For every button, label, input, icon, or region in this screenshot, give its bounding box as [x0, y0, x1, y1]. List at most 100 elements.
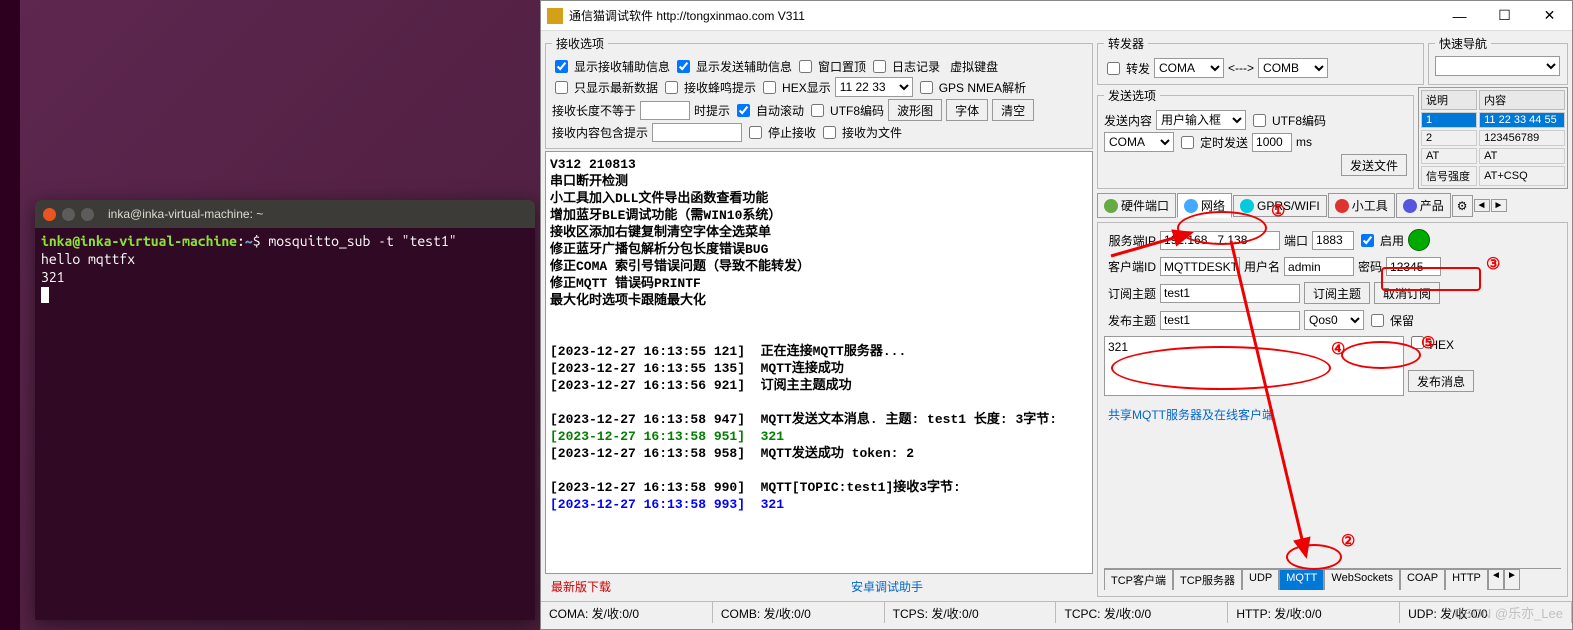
- terminal-window: inka@inka-virtual-machine: ~ inka@inka-v…: [35, 200, 535, 620]
- tab-settings[interactable]: ⚙: [1452, 195, 1473, 217]
- send-options-group: 发送选项 发送内容 用户输入框 UTF8编码 COMA 定时发送 ms 发送文件: [1097, 87, 1414, 189]
- publish-topic-input[interactable]: [1160, 311, 1300, 330]
- ubuntu-topbar: [0, 0, 20, 630]
- send-content-select[interactable]: 用户输入框: [1156, 110, 1246, 130]
- minimize-icon[interactable]: [62, 208, 75, 221]
- terminal-command: mosquitto_sub -t "test1": [268, 233, 456, 249]
- subtab-tcp-server[interactable]: TCP服务器: [1173, 569, 1242, 590]
- toolbox-icon: [1335, 199, 1349, 213]
- len-input[interactable]: [640, 101, 690, 120]
- server-ip-input[interactable]: [1160, 231, 1280, 250]
- app-title: 通信猫调试软件 http://tongxinmao.com V311: [569, 7, 1437, 24]
- publish-button[interactable]: 发布消息: [1408, 370, 1474, 392]
- enable-checkbox[interactable]: [1361, 234, 1374, 247]
- tab-gprs[interactable]: GPRS/WIFI: [1233, 195, 1327, 217]
- utf8-checkbox[interactable]: [811, 104, 824, 117]
- share-mqtt-link[interactable]: 共享MQTT服务器及在线客户端: [1104, 402, 1561, 427]
- app-icon: [547, 8, 563, 24]
- subtab-scroll-left[interactable]: ◄: [1488, 569, 1504, 590]
- hex-select[interactable]: 11 22 33: [835, 77, 913, 97]
- send-utf8-checkbox[interactable]: [1253, 114, 1266, 127]
- unsubscribe-button[interactable]: 取消订阅: [1374, 282, 1440, 304]
- terminal-output-2: 321: [41, 269, 65, 285]
- forward-a-select[interactable]: COMA: [1154, 58, 1224, 78]
- status-tcps: TCPS: 发/收:0/0: [885, 602, 1057, 623]
- retain-checkbox[interactable]: [1371, 314, 1384, 327]
- subtab-tcp-client[interactable]: TCP客户端: [1104, 569, 1173, 590]
- font-button[interactable]: 字体: [946, 99, 988, 121]
- tab-scroll-left[interactable]: ◄: [1474, 199, 1490, 212]
- tab-tools[interactable]: 小工具: [1328, 193, 1395, 218]
- terminal-title: inka@inka-virtual-machine: ~: [108, 207, 263, 221]
- send-port-select[interactable]: COMA: [1104, 132, 1174, 152]
- hex-disp-checkbox[interactable]: [763, 81, 776, 94]
- autoscroll-checkbox[interactable]: [737, 104, 750, 117]
- maximize-icon[interactable]: [81, 208, 94, 221]
- contains-input[interactable]: [652, 123, 742, 142]
- timed-send-checkbox[interactable]: [1181, 136, 1194, 149]
- status-indicator-icon: [1408, 229, 1430, 251]
- minimize-button[interactable]: —: [1437, 1, 1482, 31]
- clear-button[interactable]: 清空: [992, 99, 1034, 121]
- titlebar[interactable]: 通信猫调试软件 http://tongxinmao.com V311 — ☐ ✕: [541, 1, 1572, 31]
- subtab-udp[interactable]: UDP: [1242, 569, 1279, 590]
- info-table[interactable]: 说明内容 111 22 33 44 55 2123456789 ATAT 信号强…: [1418, 87, 1568, 189]
- subtab-mqtt[interactable]: MQTT: [1279, 569, 1324, 590]
- tab-network[interactable]: 网络: [1177, 193, 1232, 218]
- quicknav-select[interactable]: [1435, 56, 1560, 76]
- gps-checkbox[interactable]: [920, 81, 933, 94]
- message-textarea[interactable]: 321: [1104, 336, 1404, 396]
- tab-hardware[interactable]: 硬件端口: [1097, 193, 1176, 218]
- statusbar: COMA: 发/收:0/0 COMB: 发/收:0/0 TCPS: 发/收:0/…: [541, 601, 1572, 623]
- product-icon: [1403, 199, 1417, 213]
- show-send-aux-checkbox[interactable]: [677, 60, 690, 73]
- topmost-checkbox[interactable]: [799, 60, 812, 73]
- beep-checkbox[interactable]: [665, 81, 678, 94]
- only-latest-checkbox[interactable]: [555, 81, 568, 94]
- subscribe-button[interactable]: 订阅主题: [1304, 282, 1370, 304]
- show-aux-checkbox[interactable]: [555, 60, 568, 73]
- port-input[interactable]: [1312, 231, 1354, 250]
- waveform-button[interactable]: 波形图: [888, 99, 942, 121]
- hex-checkbox[interactable]: [1411, 336, 1424, 349]
- interval-input[interactable]: [1252, 133, 1292, 152]
- ubuntu-desktop: inka@inka-virtual-machine: ~ inka@inka-v…: [0, 0, 540, 630]
- subtab-scroll-right[interactable]: ►: [1504, 569, 1520, 590]
- tab-scroll-right[interactable]: ►: [1491, 199, 1507, 212]
- terminal-body[interactable]: inka@inka-virtual-machine:~$ mosquitto_s…: [35, 228, 535, 308]
- status-coma: COMA: 发/收:0/0: [541, 602, 713, 623]
- client-id-input[interactable]: [1160, 257, 1240, 276]
- forward-checkbox[interactable]: [1107, 62, 1120, 75]
- tab-products[interactable]: 产品: [1396, 193, 1451, 218]
- close-icon[interactable]: [43, 208, 56, 221]
- terminal-output-1: hello mqttfx: [41, 251, 135, 267]
- cursor-icon: [41, 287, 49, 303]
- globe-icon: [1184, 199, 1198, 213]
- send-file-button[interactable]: 发送文件: [1341, 154, 1407, 176]
- status-comb: COMB: 发/收:0/0: [713, 602, 885, 623]
- recv-options-group: 接收选项 显示接收辅助信息 显示发送辅助信息 窗口置顶 日志记录 虚拟键盘 只显…: [545, 35, 1093, 149]
- status-tcpc: TCPC: 发/收:0/0: [1056, 602, 1228, 623]
- log-textarea[interactable]: V312 210813串口断开检测小工具加入DLL文件导出函数查看功能增加蓝牙B…: [545, 151, 1093, 574]
- as-file-checkbox[interactable]: [823, 126, 836, 139]
- wifi-icon: [1240, 199, 1254, 213]
- subscribe-topic-input[interactable]: [1160, 284, 1300, 303]
- latest-download-link[interactable]: 最新版下载: [551, 578, 611, 595]
- subtab-coap[interactable]: COAP: [1400, 569, 1445, 590]
- maximize-button[interactable]: ☐: [1482, 1, 1527, 31]
- password-input[interactable]: [1386, 257, 1441, 276]
- subtab-websockets[interactable]: WebSockets: [1324, 569, 1400, 590]
- android-helper-link[interactable]: 安卓调试助手: [851, 578, 923, 595]
- qos-select[interactable]: Qos0: [1304, 310, 1364, 330]
- terminal-titlebar[interactable]: inka@inka-virtual-machine: ~: [35, 200, 535, 228]
- subtab-http[interactable]: HTTP: [1445, 569, 1488, 590]
- debug-app-window: 通信猫调试软件 http://tongxinmao.com V311 — ☐ ✕…: [540, 0, 1573, 630]
- forward-b-select[interactable]: COMB: [1258, 58, 1328, 78]
- stop-recv-checkbox[interactable]: [749, 126, 762, 139]
- log-checkbox[interactable]: [873, 60, 886, 73]
- close-button[interactable]: ✕: [1527, 1, 1572, 31]
- quicknav-group: 快速导航: [1428, 35, 1568, 85]
- username-input[interactable]: [1284, 257, 1354, 276]
- main-tabs: 硬件端口 网络 GPRS/WIFI 小工具 产品 ⚙ ◄ ►: [1097, 193, 1568, 218]
- watermark: CSDN @乐亦_Lee: [1454, 603, 1563, 622]
